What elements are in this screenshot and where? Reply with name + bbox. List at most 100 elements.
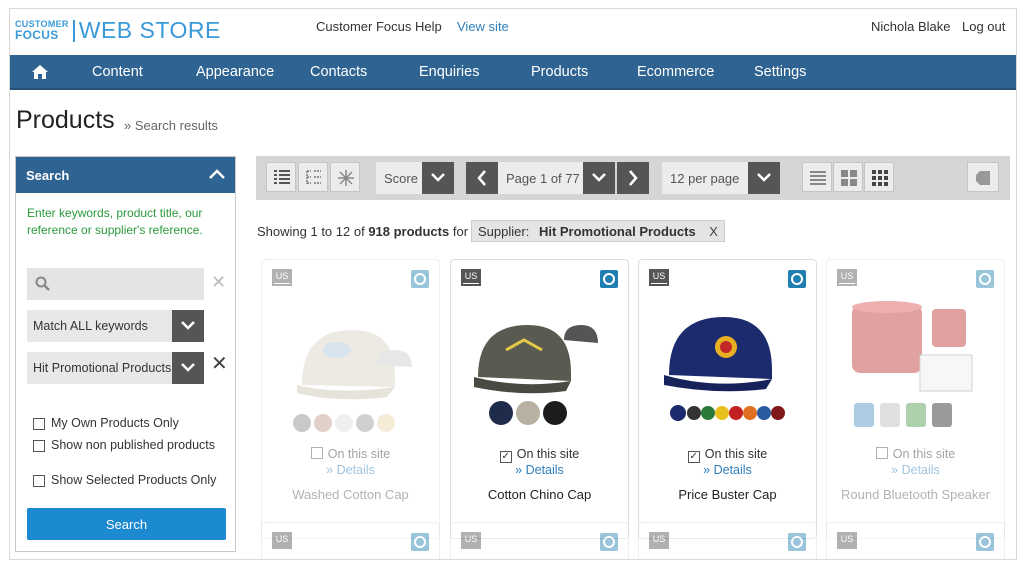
top-bar: CUSTOMER FOCUS WEB STORE Customer Focus … — [10, 9, 1016, 55]
chevron-left-icon — [477, 170, 486, 186]
home-icon[interactable] — [31, 64, 49, 80]
view-site-link[interactable]: View site — [457, 19, 509, 34]
grid-large-button[interactable] — [833, 162, 863, 192]
chevron-down-icon[interactable] — [172, 352, 204, 384]
nav-content[interactable]: Content — [92, 64, 143, 80]
snowflake-view-button[interactable] — [330, 162, 360, 192]
us-flag-icon: US — [461, 269, 481, 286]
nav-appearance[interactable]: Appearance — [196, 64, 274, 80]
chevron-down-icon[interactable] — [422, 162, 454, 194]
product-name[interactable]: Price Buster Cap — [639, 487, 816, 502]
checkbox-icon[interactable] — [310, 447, 323, 459]
own-products-checkbox[interactable]: My Own Products Only — [27, 417, 217, 430]
nav-ecommerce[interactable]: Ecommerce — [637, 64, 714, 80]
product-name[interactable]: Washed Cotton Cap — [262, 487, 439, 502]
product-image[interactable] — [466, 295, 616, 435]
checkbox-icon[interactable] — [875, 447, 888, 459]
nav-contacts[interactable]: Contacts — [310, 64, 367, 80]
search-icon — [35, 276, 50, 291]
product-name[interactable]: Round Bluetooth Speaker — [827, 487, 1004, 502]
quick-info-icon[interactable] — [788, 533, 806, 551]
on-site-toggle[interactable]: ✓ On this site — [639, 447, 816, 463]
remove-supplier-icon[interactable]: ✕ — [211, 351, 228, 376]
quick-info-icon[interactable] — [600, 533, 618, 551]
product-card[interactable]: US ✓ On this site » Details Price Buster … — [638, 259, 817, 539]
details-link[interactable]: » Details — [639, 463, 816, 477]
filter-label: Supplier: — [478, 224, 530, 239]
help-link[interactable]: Customer Focus Help — [316, 19, 442, 34]
search-button[interactable]: Search — [27, 508, 226, 540]
details-link[interactable]: » Details — [451, 463, 628, 477]
on-site-toggle[interactable]: On this site — [262, 447, 439, 461]
search-input[interactable] — [27, 268, 204, 300]
quick-info-icon[interactable] — [976, 270, 994, 288]
checkbox-checked-icon[interactable]: ✓ — [499, 451, 512, 463]
checkbox-checked-icon[interactable]: ✓ — [687, 451, 700, 463]
prev-page-button[interactable] — [466, 162, 498, 194]
per-page-select[interactable]: 12 per page — [662, 162, 748, 194]
user-name[interactable]: Nichola Blake — [871, 19, 951, 34]
main-nav: Content Appearance Contacts Enquiries Pr… — [10, 55, 1016, 90]
logout-link[interactable]: Log out — [962, 19, 1005, 34]
on-site-toggle[interactable]: On this site — [827, 447, 1004, 461]
us-flag-icon: US — [461, 532, 481, 549]
us-flag-icon: US — [837, 269, 857, 286]
app-window: CUSTOMER FOCUS WEB STORE Customer Focus … — [9, 8, 1017, 560]
list-icon — [274, 170, 290, 184]
quick-info-icon[interactable] — [788, 270, 806, 288]
selected-products-checkbox[interactable]: Show Selected Products Only — [27, 474, 217, 487]
chevron-right-icon — [629, 170, 638, 186]
search-panel-title: Search — [26, 168, 70, 183]
product-card[interactable]: US — [826, 522, 1005, 559]
nav-enquiries[interactable]: Enquiries — [419, 64, 479, 80]
grid-small-icon — [872, 170, 888, 186]
us-flag-icon: US — [649, 532, 669, 549]
non-published-checkbox[interactable]: Show non published products — [27, 439, 217, 452]
nav-products[interactable]: Products — [531, 64, 588, 80]
match-mode-select[interactable]: Match ALL keywords — [27, 310, 204, 342]
product-name[interactable]: Cotton Chino Cap — [451, 487, 628, 502]
chevron-down-icon[interactable] — [172, 310, 204, 342]
nav-settings[interactable]: Settings — [754, 64, 806, 80]
product-image[interactable] — [654, 295, 804, 435]
checkbox-icon[interactable] — [33, 417, 45, 430]
product-card[interactable]: US — [450, 522, 629, 559]
product-image[interactable] — [277, 295, 427, 435]
remove-filter-button[interactable]: X — [709, 224, 718, 239]
checkbox-icon[interactable] — [33, 474, 45, 487]
product-card[interactable]: US — [638, 522, 817, 559]
us-flag-icon: US — [272, 532, 292, 549]
product-card[interactable]: US On this site » Details Round Bluetoot… — [826, 259, 1005, 539]
product-card[interactable]: US ✓ On this site » Details Cotton Chino … — [450, 259, 629, 539]
product-card[interactable]: US On this site » Details Washed Cotton … — [261, 259, 440, 539]
quick-info-icon[interactable] — [600, 270, 618, 288]
results-toolbar: Score Page 1 of 77 12 per page — [256, 156, 1010, 200]
clear-search-icon[interactable]: ✕ — [211, 272, 226, 293]
quick-info-icon[interactable] — [411, 533, 429, 551]
product-image[interactable] — [842, 295, 992, 435]
supplier-select[interactable]: Hit Promotional Products — [27, 352, 204, 384]
grid-large-icon — [841, 170, 857, 186]
chevron-up-icon[interactable] — [209, 169, 225, 179]
on-site-toggle[interactable]: ✓ On this site — [451, 447, 628, 463]
quick-info-icon[interactable] — [976, 533, 994, 551]
collapse-panel-button[interactable] — [967, 162, 999, 192]
product-card[interactable]: US — [261, 522, 440, 559]
checkbox-icon[interactable] — [33, 439, 45, 452]
next-page-button[interactable] — [617, 162, 649, 194]
list-view-button[interactable] — [266, 162, 296, 192]
quick-info-icon[interactable] — [411, 270, 429, 288]
sort-select[interactable]: Score — [376, 162, 422, 194]
logo[interactable]: CUSTOMER FOCUS WEB STORE — [15, 17, 221, 44]
tree-view-button[interactable] — [298, 162, 328, 192]
chevron-down-icon[interactable] — [583, 162, 615, 194]
us-flag-icon: US — [272, 269, 292, 286]
chevron-down-icon[interactable] — [748, 162, 780, 194]
details-link[interactable]: » Details — [827, 463, 1004, 477]
filter-value: Hit Promotional Products — [538, 224, 696, 239]
grid-small-button[interactable] — [864, 162, 894, 192]
page-select[interactable]: Page 1 of 77 — [498, 162, 584, 194]
search-panel-header[interactable]: Search — [16, 157, 235, 193]
rows-view-button[interactable] — [802, 162, 832, 192]
details-link[interactable]: » Details — [262, 463, 439, 477]
